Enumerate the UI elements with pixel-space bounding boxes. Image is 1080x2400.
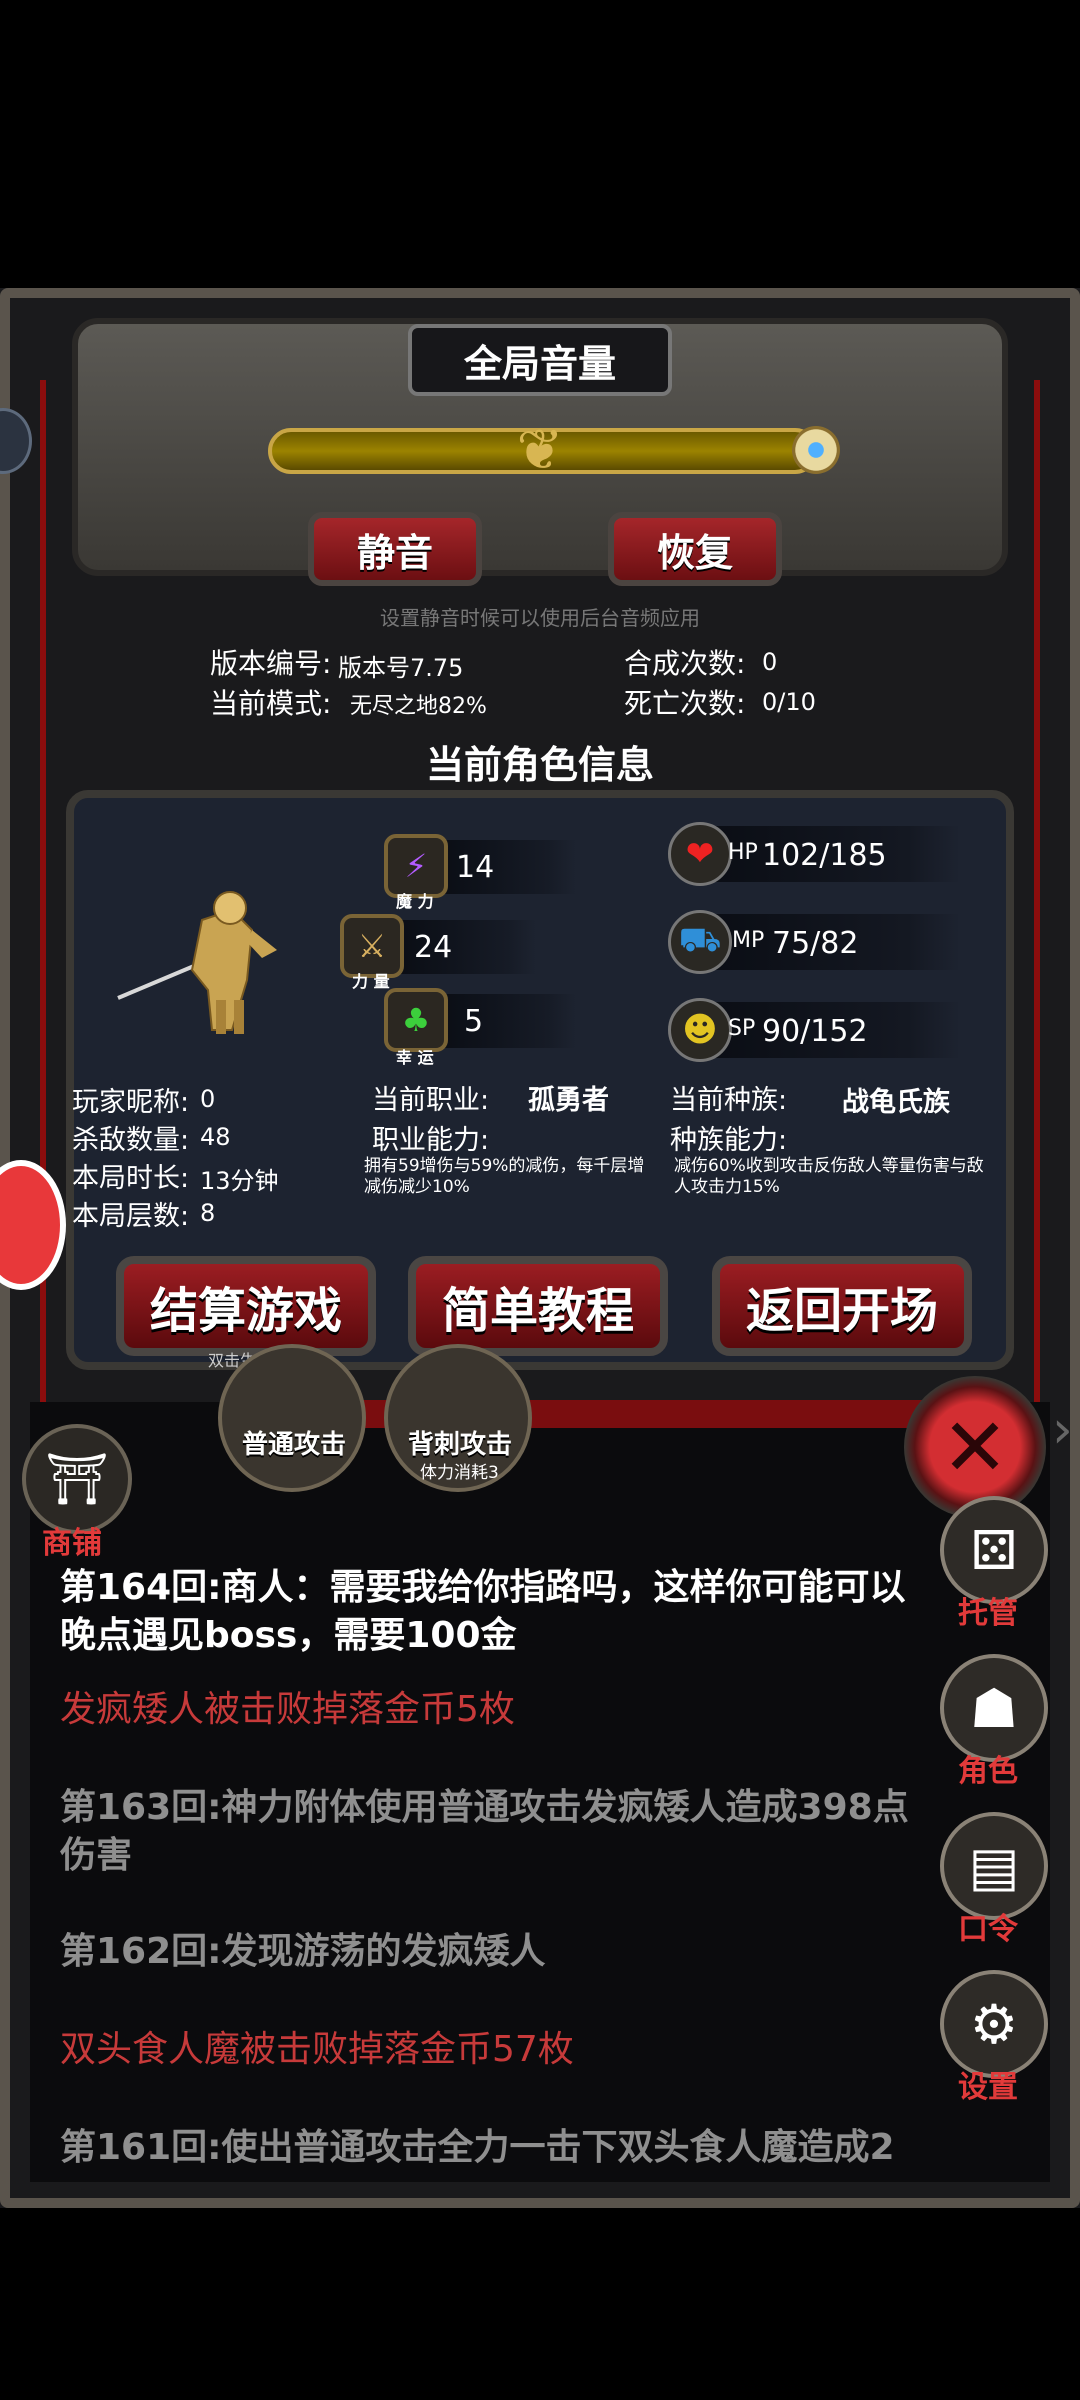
- race-ability-desc: 减伤60%收到攻击反伤敌人等量伤害与敌人攻击力15%: [674, 1156, 984, 1197]
- volume-hint: 设置静音时候可以使用后台音频应用: [380, 606, 700, 630]
- kills-value: 48: [200, 1123, 231, 1151]
- job-label: 当前职业:: [372, 1085, 490, 1116]
- death-count-label: 死亡次数:: [624, 687, 746, 720]
- synth-count-label: 合成次数:: [624, 647, 746, 680]
- nickname-value: 0: [200, 1085, 216, 1113]
- mana-cart-icon: ⛟: [668, 910, 732, 974]
- mp-label: MP: [732, 928, 765, 953]
- job-value: 孤勇者: [528, 1085, 609, 1116]
- version-value: 版本号7.75: [338, 654, 464, 682]
- log-entry: 第163回:神力附体使用普通攻击发疯矮人造成398点伤害: [60, 1787, 909, 1876]
- job-ability-label: 职业能力:: [372, 1125, 490, 1156]
- race-label: 当前种族:: [670, 1085, 788, 1116]
- hp-value: 102/185: [762, 838, 887, 873]
- version-label: 版本编号:: [210, 647, 332, 680]
- luck-caption: 幸 运: [396, 1048, 434, 1067]
- character-section-title: 当前角色信息: [425, 743, 654, 787]
- duration-label: 本局时长:: [72, 1163, 190, 1194]
- job-ability-desc: 拥有59增伤与59%的减伤，每千层增减伤减少10%: [364, 1156, 645, 1197]
- return-start-button[interactable]: 返回开场: [712, 1256, 972, 1356]
- chevron-right-icon[interactable]: ›: [1052, 1400, 1073, 1460]
- backstab-attack-label: 背刺攻击: [408, 1430, 513, 1460]
- auto-label: 托管: [958, 1596, 1018, 1631]
- clover-icon: ♣: [384, 988, 448, 1052]
- death-count-value: 0/10: [762, 688, 816, 716]
- luck-value: 5: [464, 1004, 484, 1039]
- mute-button[interactable]: 静音: [308, 512, 482, 586]
- log-entry: 第162回:发现游荡的发疯矮人: [60, 1931, 546, 1972]
- close-icon[interactable]: ✕: [904, 1376, 1046, 1518]
- sp-value: 90/152: [762, 1014, 868, 1049]
- settle-game-button[interactable]: 结算游戏: [116, 1256, 376, 1356]
- normal-attack-button[interactable]: [218, 1344, 366, 1492]
- restore-button[interactable]: 恢复: [608, 512, 782, 586]
- luck-stat-bar: [436, 994, 576, 1048]
- knight-portrait: [117, 891, 277, 1034]
- floor-label: 本局层数:: [72, 1201, 190, 1232]
- strength-caption: 力 量: [352, 972, 390, 991]
- sp-label: SP: [728, 1016, 756, 1041]
- strength-value: 24: [414, 930, 453, 965]
- magic-caption: 魔 力: [396, 892, 434, 911]
- mp-value: 75/82: [772, 926, 859, 961]
- log-entry: 发疯矮人被击败掉落金币5枚: [60, 1689, 515, 1730]
- log-entry: 双头食人魔被击败掉落金币57枚: [60, 2029, 574, 2070]
- mode-value: 无尽之地82%: [350, 694, 487, 719]
- heart-icon: ❤: [668, 822, 732, 886]
- settings-label: 设置: [958, 2070, 1018, 2105]
- role-label: 角色: [958, 1754, 1018, 1789]
- race-ability-label: 种族能力:: [670, 1125, 788, 1156]
- code-label: 口令: [958, 1912, 1018, 1947]
- race-value: 战龟氏族: [842, 1087, 950, 1118]
- volume-title: 全局音量: [408, 324, 672, 396]
- mode-label: 当前模式:: [210, 687, 332, 720]
- synth-count-value: 0: [762, 648, 778, 676]
- normal-attack-label: 普通攻击: [242, 1430, 347, 1460]
- ornament-icon: ❦: [516, 418, 564, 483]
- backstab-cost: 体力消耗3: [420, 1463, 499, 1483]
- strongman-icon: ☻: [668, 998, 732, 1062]
- volume-slider-knob[interactable]: [792, 426, 840, 474]
- kills-label: 杀敌数量:: [72, 1125, 190, 1156]
- log-entry: 第161回:使出普通攻击全力一击下双头食人魔造成2: [60, 2127, 895, 2168]
- nickname-label: 玩家昵称:: [72, 1087, 190, 1118]
- shop-label: 商铺: [42, 1526, 102, 1561]
- hp-label: HP: [728, 840, 758, 865]
- duration-value: 13分钟: [200, 1167, 279, 1195]
- magic-value: 14: [456, 850, 495, 885]
- floor-value: 8: [200, 1199, 216, 1227]
- tutorial-button[interactable]: 简单教程: [408, 1256, 668, 1356]
- log-entry: 第164回:商人：需要我给你指路吗，这样你可能可以晚点遇见boss，需要100金: [60, 1567, 906, 1656]
